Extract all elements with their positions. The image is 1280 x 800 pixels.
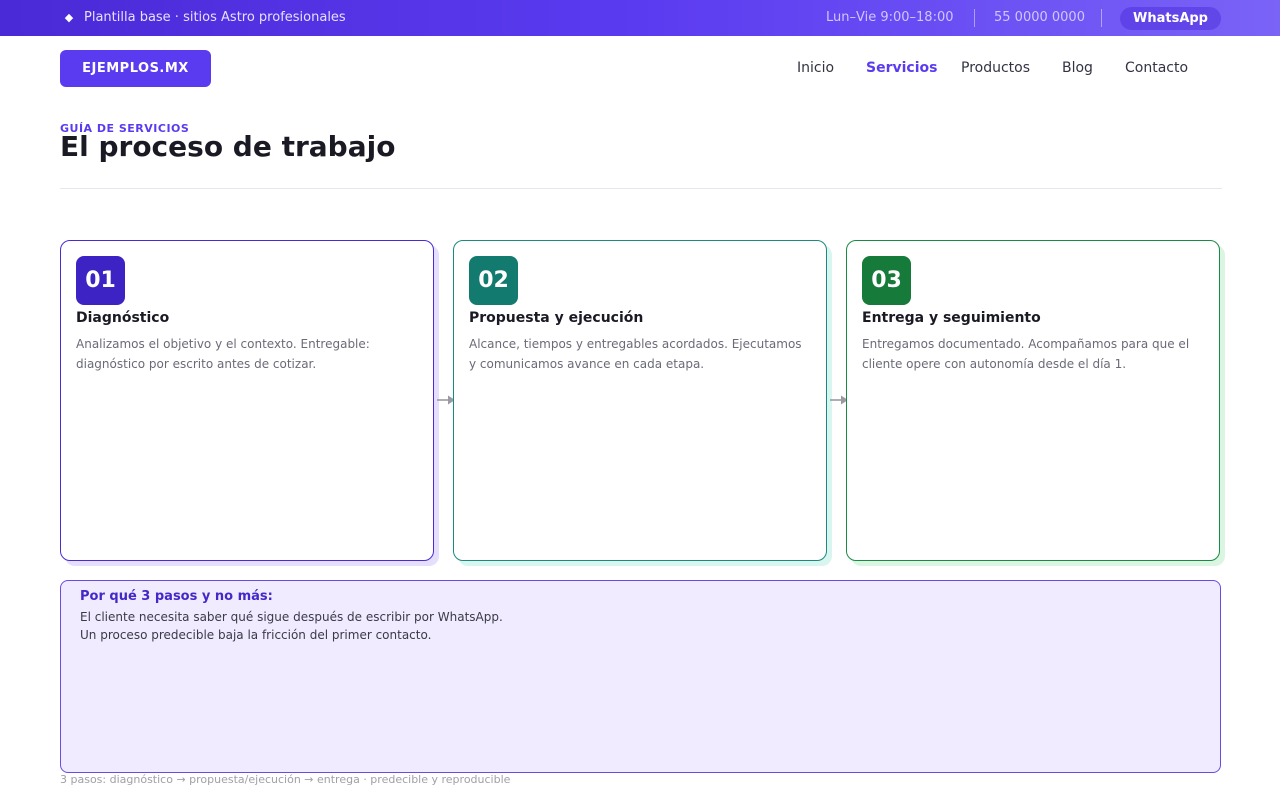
nav-link-productos[interactable]: Productos — [961, 60, 1030, 76]
diamond-icon: ◆ — [64, 11, 74, 24]
step-card: 02 Propuesta y ejecución Alcance, tiempo… — [453, 240, 827, 561]
top-tagline: ◆ Plantilla base · sitios Astro profesio… — [62, 10, 346, 25]
divider — [1101, 9, 1102, 27]
nav-link-blog[interactable]: Blog — [1062, 60, 1093, 76]
nav-link-inicio[interactable]: Inicio — [797, 60, 834, 76]
step-title: Entrega y seguimiento — [862, 310, 1041, 326]
site-logo[interactable]: EJEMPLOS.MX — [60, 50, 211, 87]
callout-text: Un proceso predecible baja la fricción d… — [80, 628, 432, 642]
divider — [60, 188, 1222, 189]
step-title: Propuesta y ejecución — [469, 310, 644, 326]
step-card: 01 Diagnóstico Analizamos el objetivo y … — [60, 240, 434, 561]
tagline-text: Plantilla base · sitios Astro profesiona… — [84, 10, 346, 25]
step-number: 01 — [76, 256, 125, 305]
step-card: 03 Entrega y seguimiento Entregamos docu… — [846, 240, 1220, 561]
step-number: 02 — [469, 256, 518, 305]
page-title: El proceso de trabajo — [60, 130, 396, 163]
nav-link-contacto[interactable]: Contacto — [1125, 60, 1188, 76]
callout-text: El cliente necesita saber qué sigue desp… — [80, 610, 503, 624]
step-number: 03 — [862, 256, 911, 305]
business-hours: Lun–Vie 9:00–18:00 — [826, 10, 954, 25]
top-bar: ◆ Plantilla base · sitios Astro profesio… — [0, 0, 1280, 36]
step-title: Diagnóstico — [76, 310, 170, 326]
step-description: Analizamos el objetivo y el contexto. En… — [76, 337, 370, 371]
whatsapp-button[interactable]: WhatsApp — [1120, 7, 1221, 30]
phone-number[interactable]: 55 0000 0000 — [994, 10, 1085, 25]
info-callout: Por qué 3 pasos y no más: El cliente nec… — [60, 580, 1221, 773]
step-description: Alcance, tiempos y entregables acordados… — [469, 337, 802, 371]
nav-link-servicios[interactable]: Servicios — [866, 60, 937, 76]
divider — [974, 9, 975, 27]
footer-caption: 3 pasos: diagnóstico → propuesta/ejecuci… — [60, 773, 511, 786]
callout-title: Por qué 3 pasos y no más: — [80, 589, 273, 604]
step-description: Entregamos documentado. Acompañamos para… — [862, 337, 1190, 371]
